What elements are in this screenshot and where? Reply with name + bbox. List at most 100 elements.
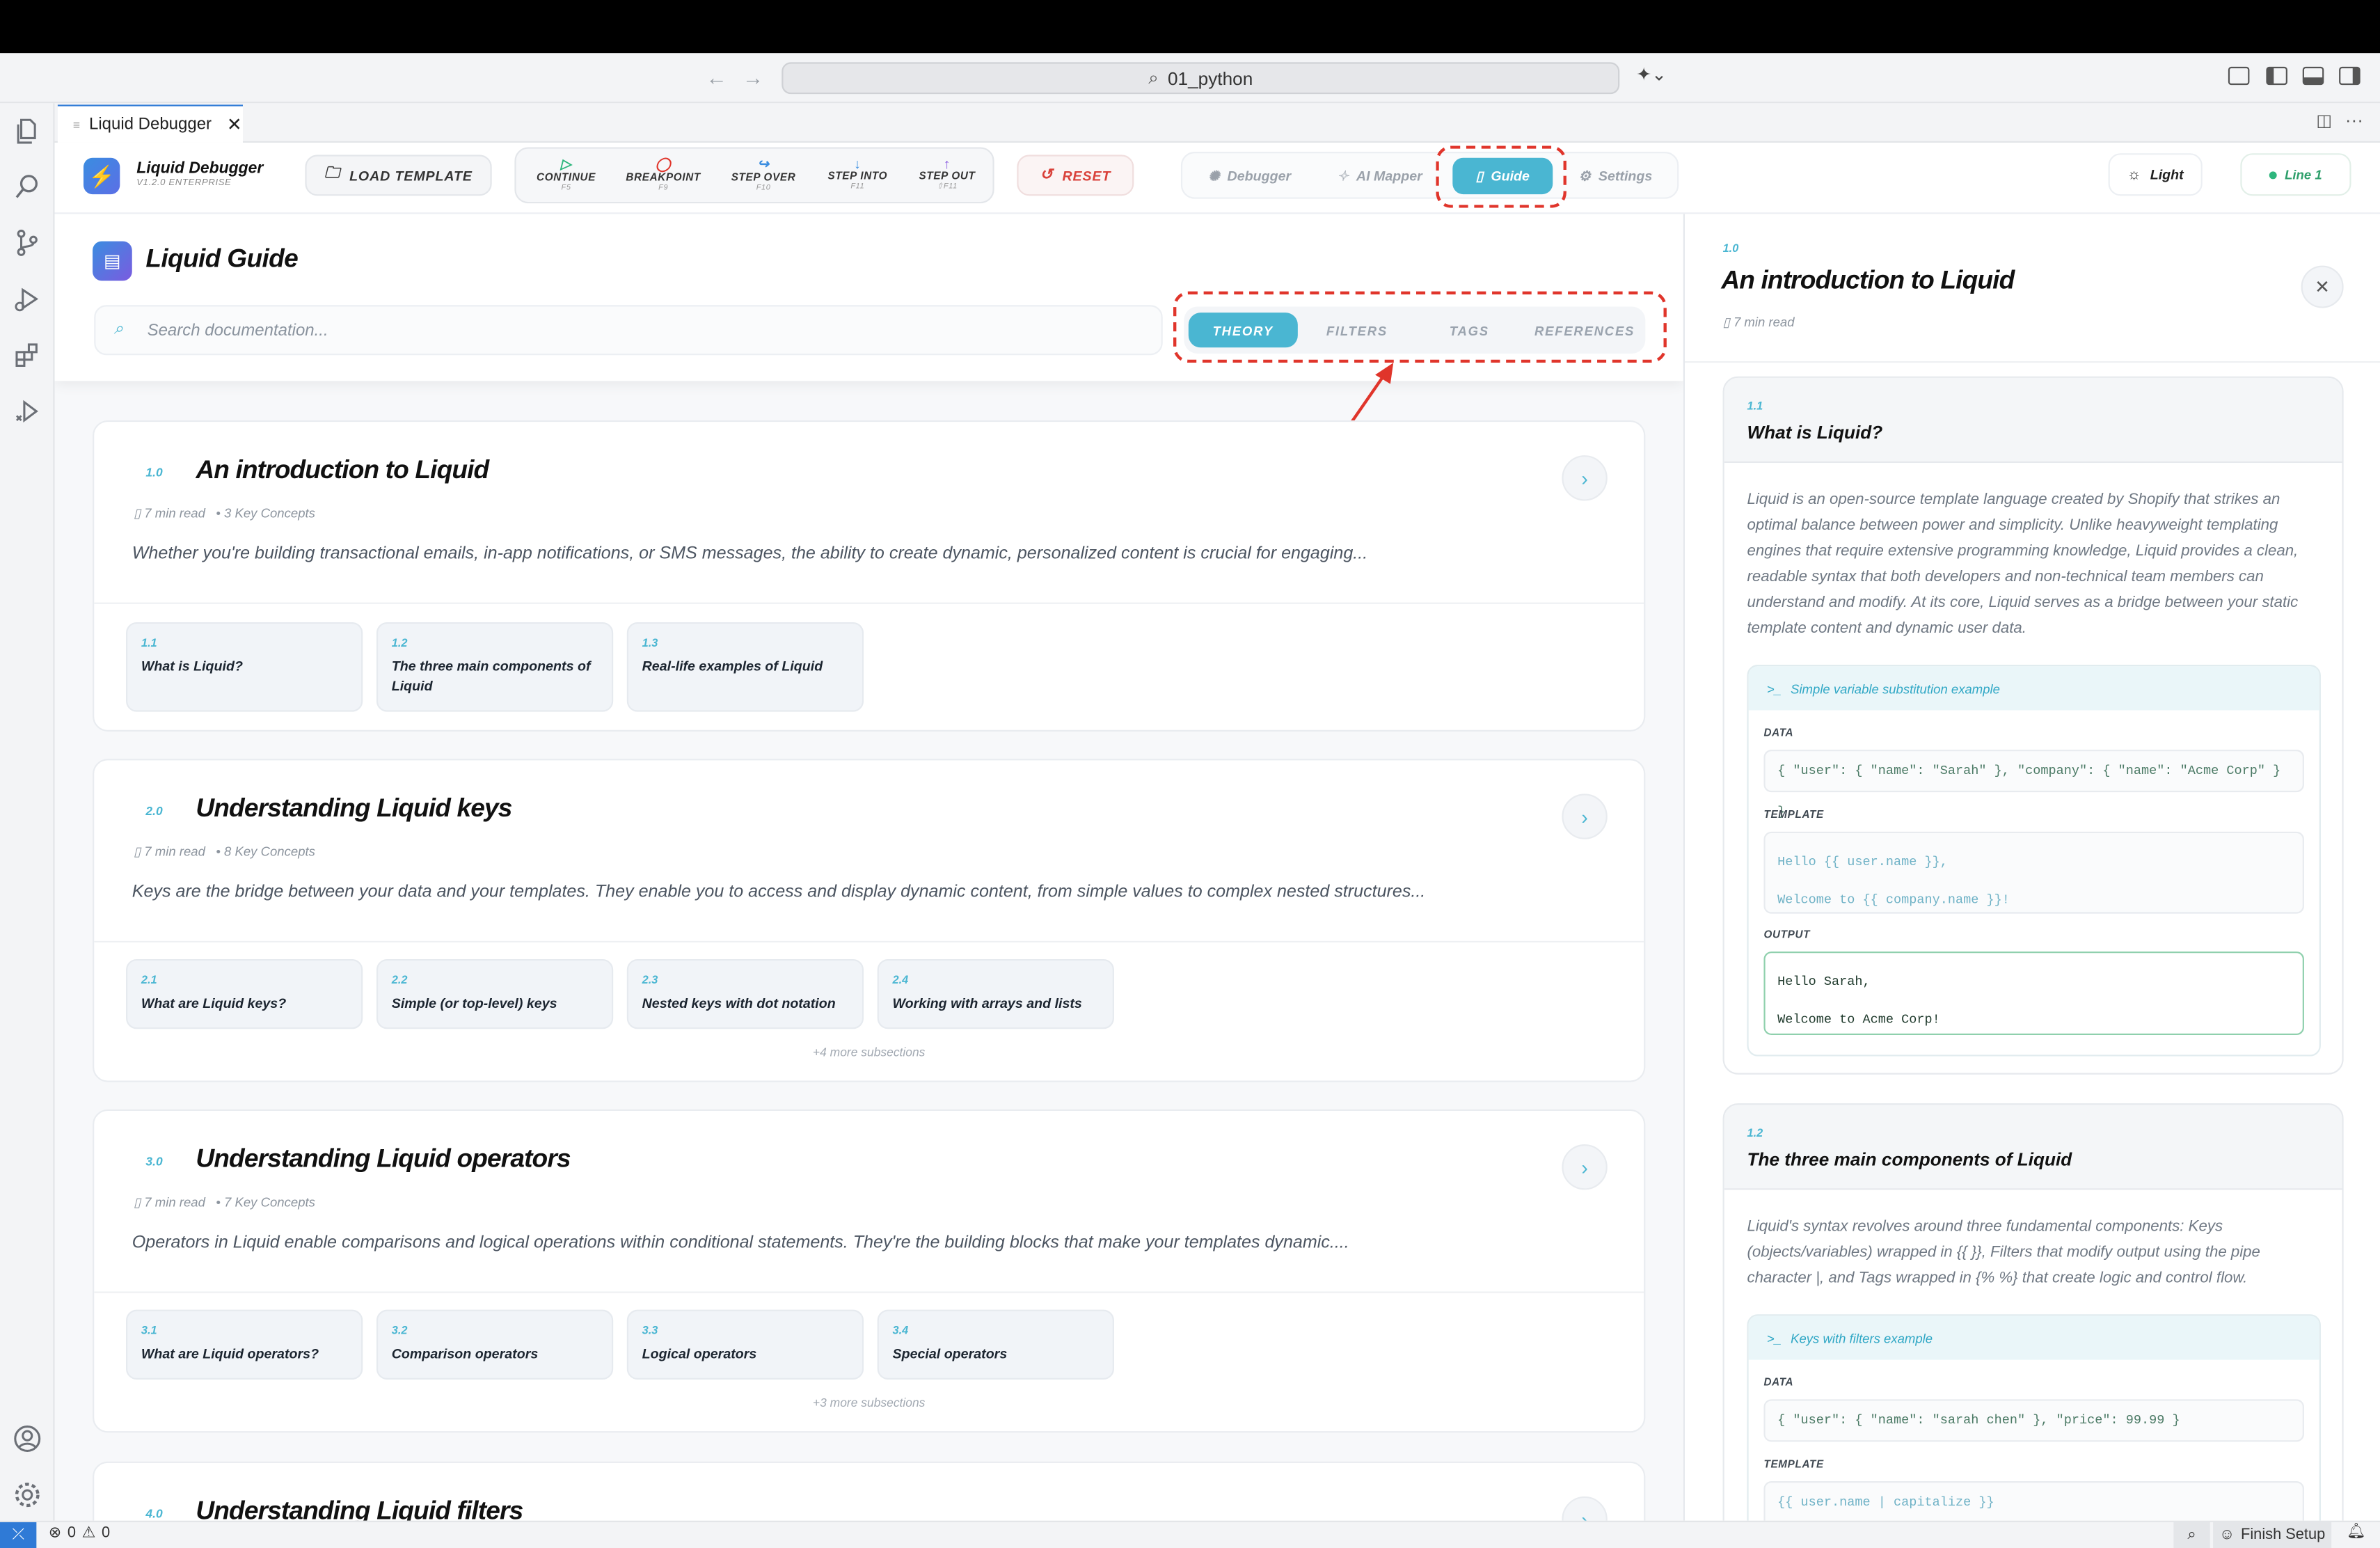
tab-liquid-debugger[interactable]: ≡ Liquid Debugger ✕ (57, 104, 243, 143)
section-card[interactable]: 4.0 Understanding Liquid filters › (93, 1461, 1646, 1521)
liquid-debugger-icon[interactable] (12, 396, 42, 427)
subsection-chip[interactable]: 1.1 What is Liquid? (126, 622, 363, 712)
open-section-button[interactable]: › (1562, 1496, 1608, 1521)
divider (1685, 361, 2380, 363)
subsection-chip[interactable]: 3.3 Logical operators (626, 1309, 864, 1380)
layout-icon[interactable] (2228, 66, 2250, 86)
remote-icon[interactable]: ⤫ (0, 1522, 37, 1548)
code-example: >_ Keys with filters example DATA { "user… (1747, 1314, 2321, 1521)
step-into-button[interactable]: ↓ STEP INTO F11 (812, 157, 903, 191)
nav-settings[interactable]: ⚙ Settings (1578, 158, 1652, 194)
robot-icon: ☺ (2219, 1526, 2235, 1544)
subsection-title: What are Liquid keys? (141, 995, 287, 1011)
finish-setup-button[interactable]: ☺ Finish Setup (2213, 1522, 2332, 1548)
more-subsections-link[interactable]: +4 more subsections (94, 1045, 1644, 1059)
subsection-chip[interactable]: 3.4 Special operators (877, 1309, 1114, 1380)
search-placeholder: Search documentation... (147, 321, 328, 340)
subsection-chip[interactable]: 3.2 Comparison operators (376, 1309, 614, 1380)
chevron-right-icon: › (1581, 805, 1588, 828)
subsection-title: What are Liquid operators? (141, 1346, 319, 1361)
split-editor-icon[interactable]: ◫ (2316, 111, 2332, 130)
breakpoint-button[interactable]: ◯ BREAKPOINT F9 (618, 157, 709, 193)
theme-toggle-button[interactable]: ☼ Light (2108, 153, 2203, 196)
output-line: Welcome to Acme Corp! (1777, 1012, 1940, 1028)
divider (94, 940, 1644, 943)
open-section-button[interactable]: › (1562, 793, 1608, 839)
explorer-icon[interactable] (12, 116, 42, 146)
step-out-button[interactable]: ↑ STEP OUT ⇧F11 (902, 157, 993, 191)
data-code: { "user": { "name": "Sarah" }, "company"… (1763, 750, 2304, 819)
subsection-chip[interactable]: 2.2 Simple (or top-level) keys (376, 959, 614, 1029)
reset-icon: ↺ (1040, 166, 1054, 184)
source-control-icon[interactable] (12, 228, 42, 258)
problems-indicator[interactable]: ⊗ 0 ⚠ 0 (49, 1525, 110, 1542)
toggle-panel-icon[interactable] (2302, 66, 2324, 86)
open-section-button[interactable]: › (1562, 1144, 1608, 1190)
forward-arrow-icon[interactable]: → (743, 65, 764, 90)
close-detail-button[interactable]: ✕ (2301, 265, 2344, 308)
workspace-name: 01_python (1167, 68, 1253, 89)
example-header[interactable]: >_ Simple variable substitution example (1748, 666, 2319, 711)
detail-number: 1.0 (1722, 241, 1739, 255)
subsection-chip[interactable]: 2.4 Working with arrays and lists (877, 959, 1114, 1029)
open-section-button[interactable]: › (1562, 455, 1608, 501)
section-card[interactable]: 2.0 Understanding Liquid keys ▯ 7 min re… (93, 759, 1646, 1082)
section-description: Whether you're building transactional em… (132, 544, 1368, 563)
manage-gear-icon[interactable] (12, 1480, 42, 1510)
search-icon: ⌕ (113, 320, 124, 339)
subsection-title: Real-life examples of Liquid (642, 658, 823, 674)
breakpoint-icon: ◯ (655, 156, 672, 172)
subsection-chip[interactable]: 1.2 The three main components of Liquid (376, 622, 614, 712)
toggle-secondary-sidebar-icon[interactable] (2339, 66, 2361, 86)
subsection-number: 1.1 (1747, 399, 1763, 413)
subsection-number: 3.4 (892, 1323, 909, 1337)
section-meta: ▯ 7 min read • 8 Key Concepts (134, 844, 315, 860)
close-tab-icon[interactable]: ✕ (227, 114, 242, 136)
example-header[interactable]: >_ Keys with filters example (1748, 1316, 2319, 1360)
subsection-title: The three main components of Liquid (391, 658, 591, 693)
extensions-icon[interactable] (12, 340, 42, 370)
zoom-icon[interactable]: ⌕ (2173, 1522, 2210, 1548)
nav-debugger-label: Debugger (1227, 168, 1292, 184)
screen-top-bezel (0, 0, 2380, 54)
section-card[interactable]: 1.0 An introduction to Liquid ▯ 7 min re… (93, 420, 1646, 732)
subsection-chip[interactable]: 2.1 What are Liquid keys? (126, 959, 363, 1029)
command-center[interactable]: ⌕ 01_python (782, 62, 1620, 95)
guide-header: ▤ Liquid Guide ⌕ Search documentation...… (54, 214, 1683, 381)
account-icon[interactable] (12, 1423, 42, 1454)
reset-button[interactable]: ↺ RESET (1017, 155, 1134, 196)
subsection-chip[interactable]: 1.3 Real-life examples of Liquid (626, 622, 864, 712)
continue-button[interactable]: ▷ CONTINUE F5 (521, 157, 612, 193)
nav-ai-mapper[interactable]: ✧ AI Mapper (1338, 158, 1422, 194)
subsection-number: 1.1 (141, 635, 157, 650)
nav-debugger[interactable]: ✺ Debugger (1208, 158, 1291, 194)
data-code: { "user": { "name": "sarah chen" }, "pri… (1763, 1399, 2304, 1442)
load-template-button[interactable]: 🗀 LOAD TEMPLATE (305, 155, 492, 196)
sparkle-icon: ✧ (1337, 167, 1349, 183)
lightning-logo-icon: ⚡ (83, 157, 120, 195)
toggle-sidebar-icon[interactable] (2266, 66, 2287, 86)
nav-ai-mapper-label: AI Mapper (1356, 168, 1422, 184)
more-actions-icon[interactable]: ··· (2345, 109, 2363, 131)
subsection-chip[interactable]: 3.1 What are Liquid operators? (126, 1309, 363, 1380)
section-meta: ▯ 7 min read • 3 Key Concepts (134, 505, 315, 522)
output-code: Hello Sarah, Welcome to Acme Corp! (1763, 951, 2304, 1036)
breakpoint-shortcut: F9 (658, 183, 669, 193)
back-arrow-icon[interactable]: ← (706, 65, 727, 90)
reset-label: RESET (1062, 167, 1111, 183)
step-over-button[interactable]: ↪ STEP OVER F10 (718, 157, 809, 193)
section-card[interactable]: 3.0 Understanding Liquid operators ▯ 7 m… (93, 1109, 1646, 1433)
run-debug-icon[interactable] (12, 284, 42, 315)
documentation-search-input[interactable]: ⌕ Search documentation... (94, 305, 1163, 356)
guide-panel: ▤ Liquid Guide ⌕ Search documentation...… (54, 214, 1683, 1521)
close-icon: ✕ (2315, 276, 2331, 298)
notifications-bell-icon[interactable]: 🔔︎ (2347, 1524, 2366, 1540)
copilot-icon[interactable]: ✦⌄ (1636, 64, 1679, 91)
line-label: Line 1 (2285, 166, 2322, 182)
status-dot-icon (2269, 171, 2278, 179)
output-label: OUTPUT (1763, 930, 1811, 941)
search-icon[interactable] (12, 171, 42, 202)
subsection-chip[interactable]: 2.3 Nested keys with dot notation (626, 959, 864, 1029)
more-subsections-link[interactable]: +3 more subsections (94, 1396, 1644, 1410)
editor-tab-strip: ◫ ··· (54, 103, 2380, 143)
